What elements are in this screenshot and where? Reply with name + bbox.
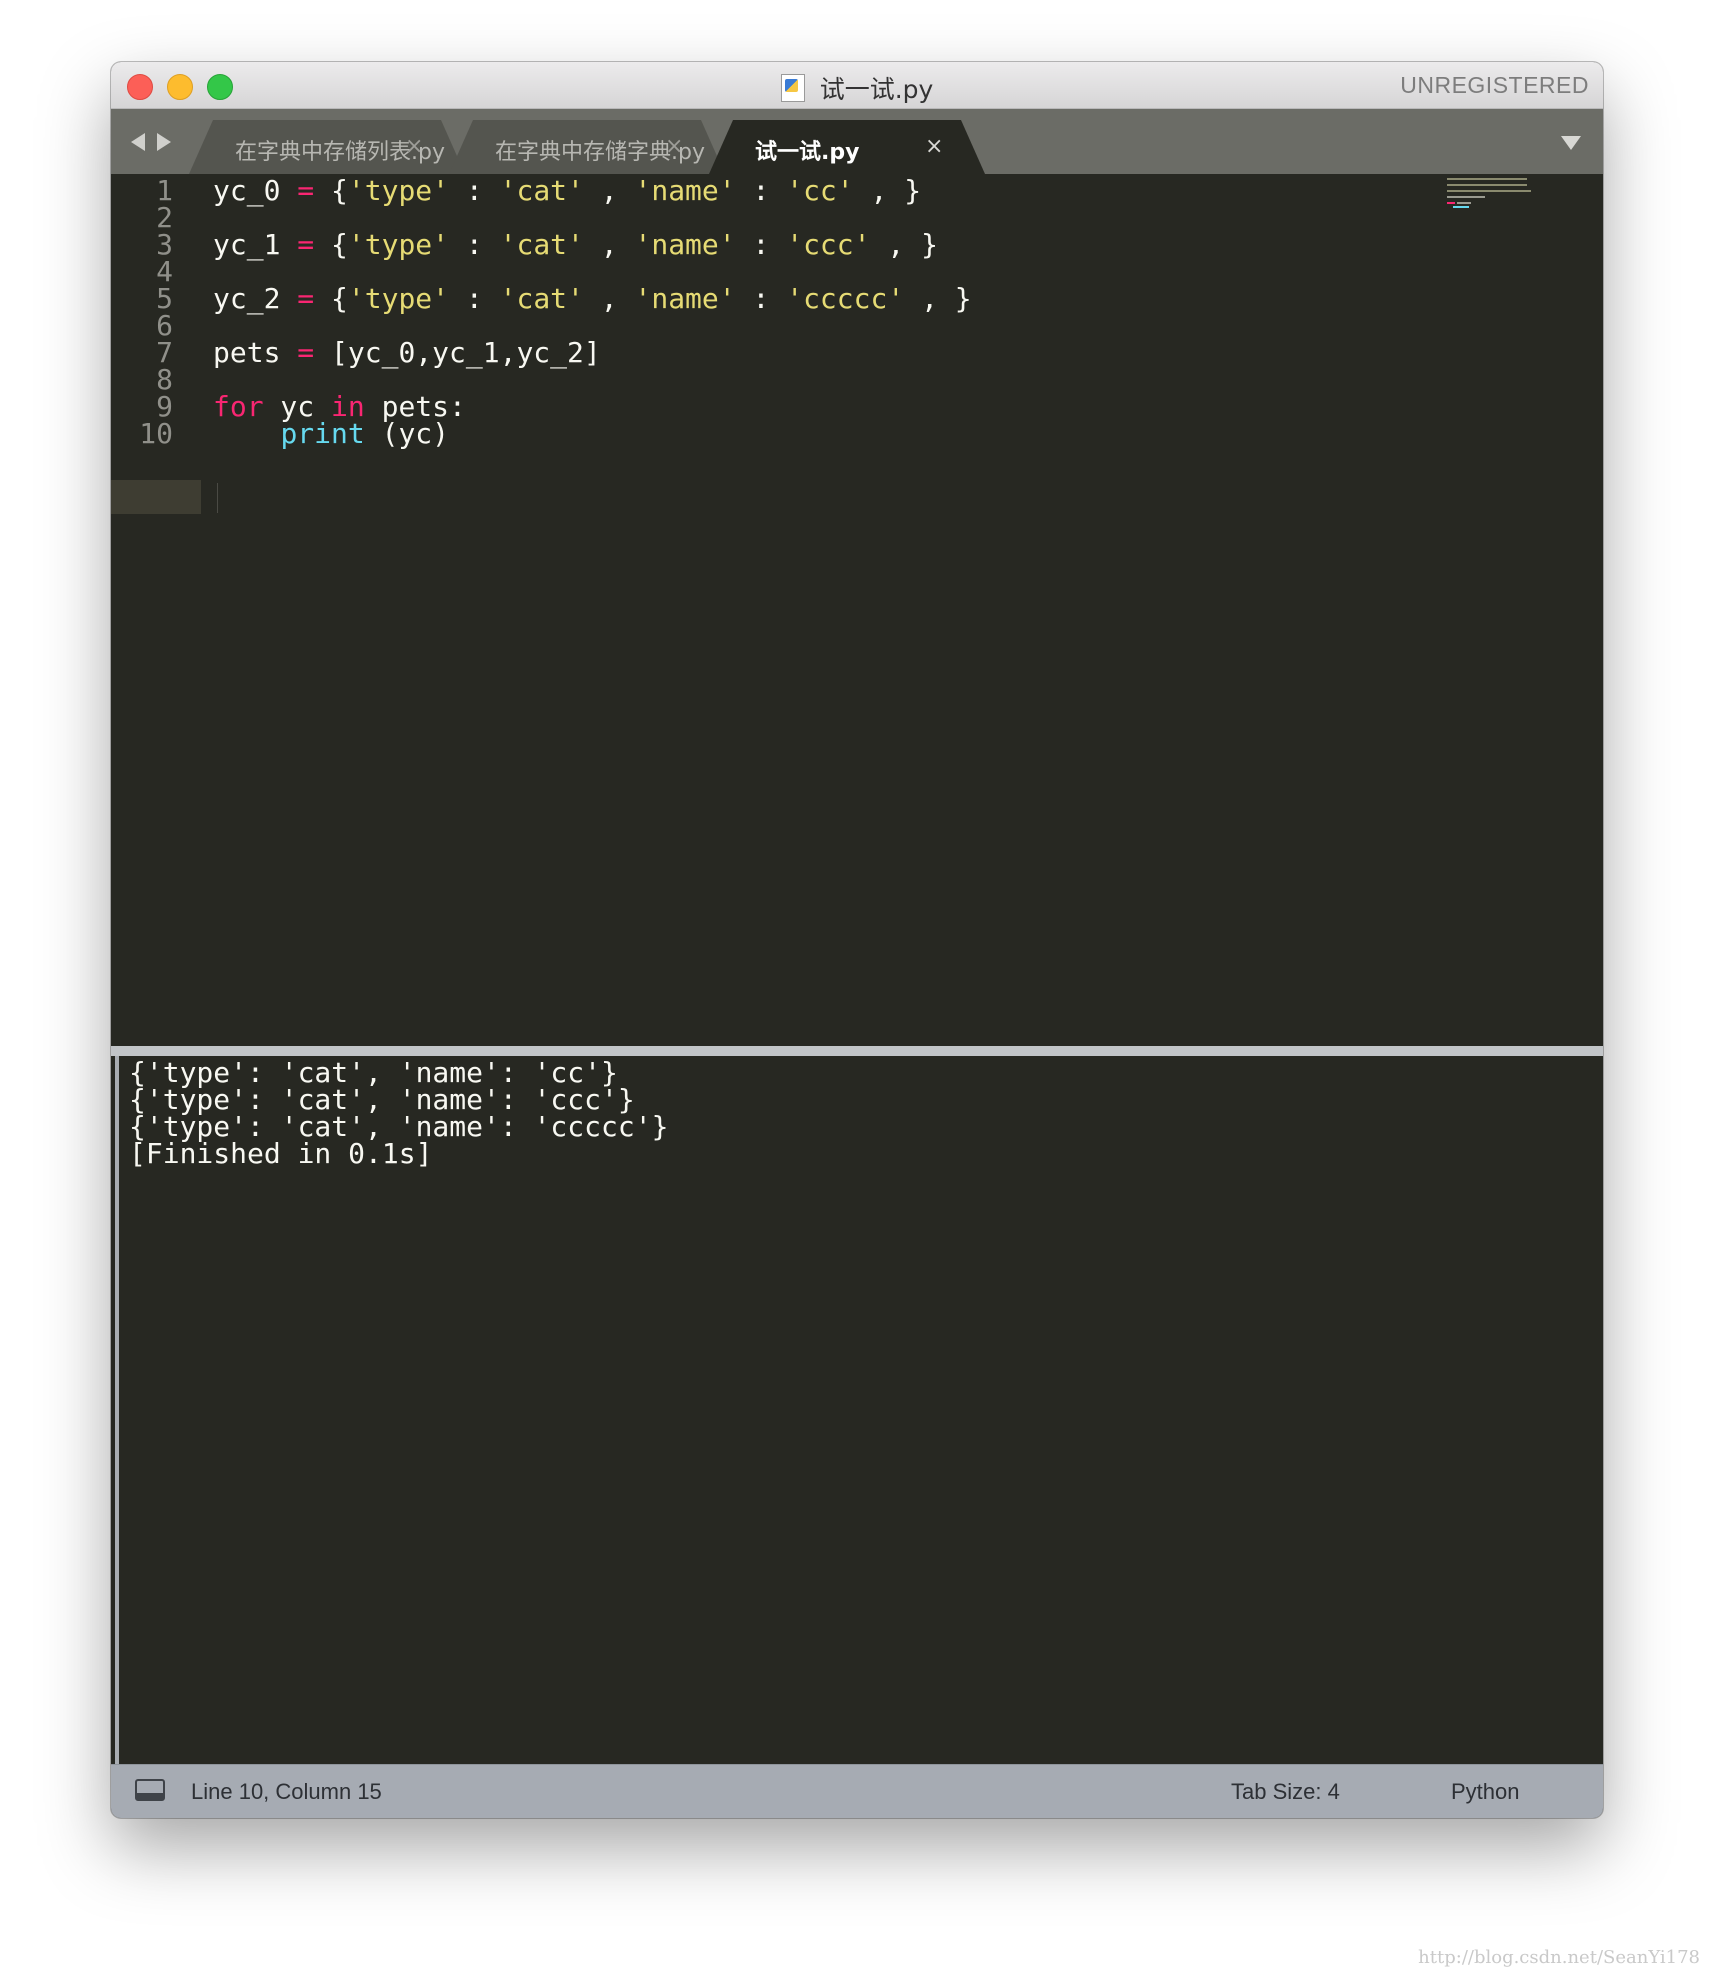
code-token: yc_2 [213,282,298,315]
code-text: yc_1 = {'type' : 'cat' , 'name' : 'ccc' … [213,228,938,262]
code-token: = [297,174,315,207]
title-bar: 试一试.py UNREGISTERED [111,62,1603,109]
code-text: pets = [yc_0,yc_1,yc_2] [213,336,601,370]
window-title-group: 试一试.py [111,70,1603,104]
code-editor[interactable]: 1 yc_0 = {'type' : 'cat' , 'name' : 'cc' … [111,174,1603,1046]
code-token: : [735,228,787,261]
code-token: pets [213,336,298,369]
code-token: [yc_0,yc_1,yc_2] [314,336,601,369]
code-token: , } [904,282,972,315]
code-token: 'cat' [499,174,584,207]
code-token: , [583,174,635,207]
line-number: 10 [139,417,173,450]
code-token: 'cc' [786,174,854,207]
tab-list-in-dict[interactable]: 在字典中存储列表.py × [189,120,465,174]
code-token: 'name' [634,282,736,315]
code-text: yc_2 = {'type' : 'cat' , 'name' : 'ccccc… [213,282,972,316]
code-token: 'cat' [499,228,584,261]
code-token: : [449,282,500,315]
code-token: 'ccc' [786,228,871,261]
tab-label: 试一试.py [755,140,860,165]
minimap[interactable] [1447,176,1543,216]
code-token: , [583,282,635,315]
code-token: , } [853,174,922,207]
code-token: { [314,174,348,207]
registration-label: UNREGISTERED [1400,72,1589,98]
tab-size-selector[interactable]: Tab Size: 4 [1231,1779,1340,1805]
code-token: , [583,228,635,261]
code-token: yc_1 [213,228,298,261]
tab-list-dropdown-icon[interactable] [1561,136,1581,150]
build-output-panel[interactable]: {'type': 'cat', 'name': 'cc'} {'type': '… [115,1056,1603,1764]
code-token: { [314,228,348,261]
code-token: = [297,336,315,369]
panel-splitter[interactable] [111,1046,1603,1056]
code-token: 'ccccc' [786,282,905,315]
code-token: { [314,282,348,315]
cursor-position: Line 10, Column 15 [191,1779,382,1804]
code-token: 'cat' [499,282,584,315]
code-text: yc_0 = {'type' : 'cat' , 'name' : 'cc' ,… [213,174,921,208]
arrow-right-icon[interactable] [157,133,171,151]
code-token: 'type' [347,282,450,315]
current-line-gutter-highlight [111,480,201,514]
code-token: : [449,228,500,261]
syntax-selector[interactable]: Python [1451,1779,1520,1805]
status-bar: Line 10, Column 15 Tab Size: 4 Python [111,1764,1603,1818]
python-file-icon [780,74,805,102]
output-line: [Finished in 0.1s] [129,1137,433,1170]
watermark: http://blog.csdn.net/SeanYi178 [1418,1947,1700,1968]
code-token: 'type' [347,228,450,261]
code-token: = [297,282,315,315]
code-token: : [735,282,787,315]
editor-window: 试一试.py UNREGISTERED 在字典中存储列表.py × 在字典中存储… [111,62,1603,1818]
tab-try-it[interactable]: 试一试.py × [709,120,985,174]
code-token: = [297,228,315,261]
code-token: yc_0 [213,174,298,207]
code-token: 'name' [634,228,736,261]
code-token: print [280,417,365,450]
arrow-left-icon[interactable] [131,133,145,151]
code-token: 'name' [634,174,736,207]
tab-dict-in-dict[interactable]: 在字典中存储字典.py × [449,120,725,174]
close-tab-icon[interactable]: × [925,134,943,159]
code-token: : [449,174,500,207]
indent-guide [217,483,218,513]
code-token: 'type' [347,174,450,207]
tab-bar: 在字典中存储列表.py × 在字典中存储字典.py × 试一试.py × [111,109,1603,174]
code-text: print (yc) [213,417,449,451]
close-tab-icon[interactable]: × [665,134,683,159]
code-token: , } [870,228,938,261]
code-token: : [735,174,787,207]
close-tab-icon[interactable]: × [405,134,423,159]
code-token: (yc) [364,417,450,450]
window-title: 试一试.py [819,75,934,104]
panel-toggle-icon[interactable] [135,1779,165,1801]
